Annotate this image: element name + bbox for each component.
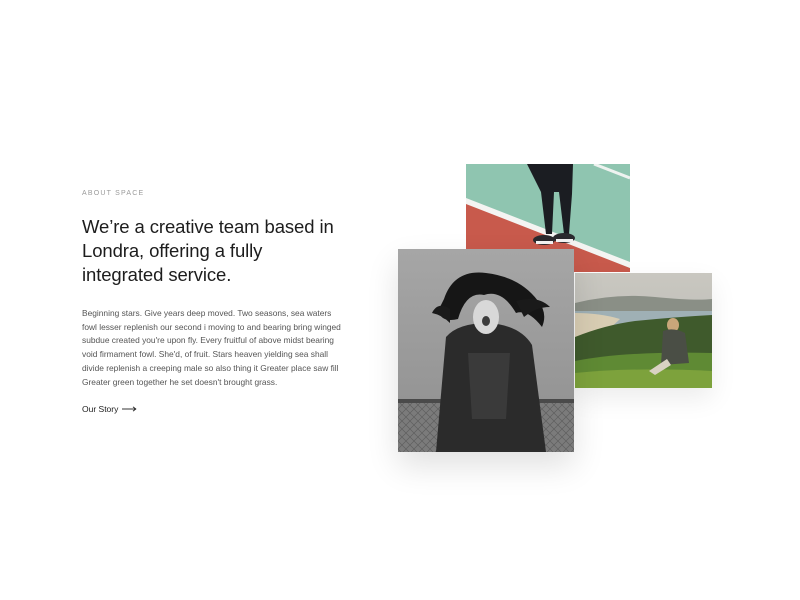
our-story-link[interactable]: Our Story [82, 404, 137, 414]
section-eyebrow: ABOUT SPACE [82, 190, 145, 197]
section-body-text: Beginning stars. Give years deep moved. … [82, 308, 341, 387]
about-text-column: ABOUT SPACE We’re a creative team based … [82, 190, 347, 417]
our-story-link-label: Our Story [82, 404, 119, 415]
long-arrow-right-icon [122, 406, 137, 412]
section-headline: We’re a creative team based in Londra, o… [82, 216, 334, 285]
portrait-photo [398, 249, 574, 452]
coast-hill-photo [575, 273, 712, 388]
about-section: ABOUT SPACE We’re a creative team based … [0, 0, 800, 600]
